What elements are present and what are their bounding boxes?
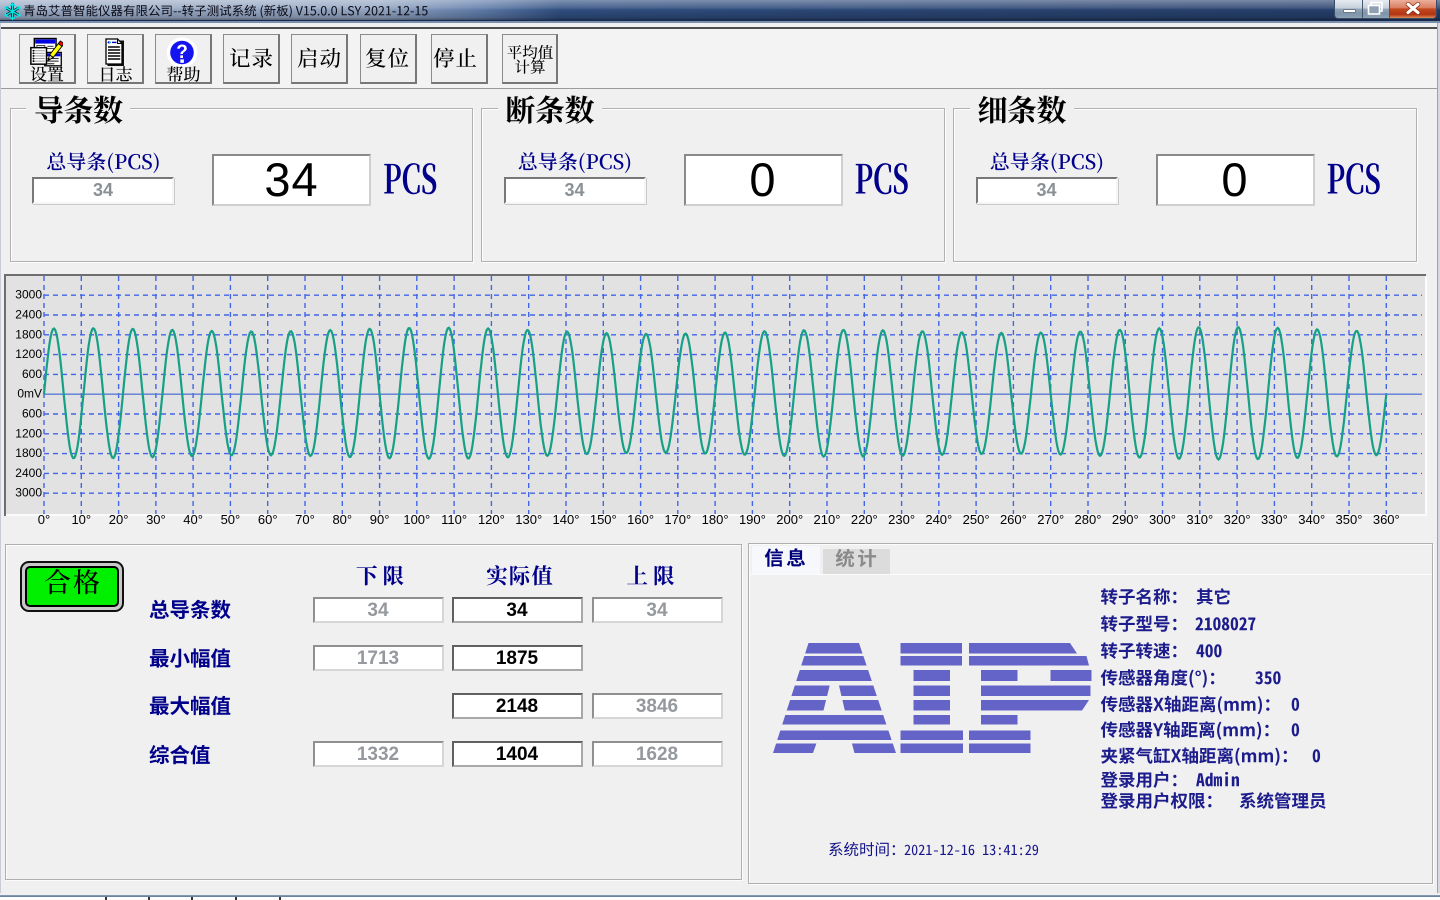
svg-text:250°: 250°	[963, 512, 990, 527]
svg-text:140°: 140°	[553, 512, 580, 527]
svg-text:210°: 210°	[814, 512, 841, 527]
svg-text:2400: 2400	[15, 308, 42, 322]
svg-text:600: 600	[22, 407, 42, 421]
svg-text:240°: 240°	[925, 512, 952, 527]
svg-text:50°: 50°	[221, 512, 241, 527]
svg-text:0°: 0°	[38, 512, 50, 527]
svg-text:1200: 1200	[15, 426, 42, 440]
svg-text:80°: 80°	[332, 512, 352, 527]
svg-text:2400: 2400	[15, 466, 42, 480]
svg-text:290°: 290°	[1112, 512, 1139, 527]
svg-text:1200: 1200	[15, 347, 42, 361]
svg-text:190°: 190°	[739, 512, 766, 527]
svg-text:100°: 100°	[403, 512, 430, 527]
svg-text:200°: 200°	[776, 512, 803, 527]
svg-text:120°: 120°	[478, 512, 505, 527]
svg-text:20°: 20°	[109, 512, 129, 527]
svg-text:90°: 90°	[370, 512, 390, 527]
svg-text:40°: 40°	[183, 512, 203, 527]
svg-text:60°: 60°	[258, 512, 278, 527]
svg-text:150°: 150°	[590, 512, 617, 527]
svg-text:1800: 1800	[15, 327, 42, 341]
svg-text:30°: 30°	[146, 512, 166, 527]
svg-text:300°: 300°	[1149, 512, 1176, 527]
svg-text:340°: 340°	[1298, 512, 1325, 527]
svg-text:110°: 110°	[441, 512, 467, 527]
svg-text:320°: 320°	[1224, 512, 1251, 527]
svg-text:180°: 180°	[702, 512, 729, 527]
svg-text:310°: 310°	[1186, 512, 1213, 527]
svg-text:600: 600	[22, 367, 42, 381]
svg-text:260°: 260°	[1000, 512, 1027, 527]
svg-text:0mV: 0mV	[17, 387, 42, 401]
svg-text:280°: 280°	[1075, 512, 1102, 527]
svg-text:230°: 230°	[888, 512, 915, 527]
svg-text:3000: 3000	[15, 288, 42, 302]
svg-text:270°: 270°	[1037, 512, 1064, 527]
svg-text:350°: 350°	[1336, 512, 1363, 527]
svg-text:70°: 70°	[295, 512, 315, 527]
svg-text:3000: 3000	[15, 486, 42, 500]
svg-text:160°: 160°	[627, 512, 654, 527]
svg-text:130°: 130°	[515, 512, 542, 527]
svg-text:330°: 330°	[1261, 512, 1288, 527]
svg-text:10°: 10°	[71, 512, 91, 527]
svg-text:170°: 170°	[664, 512, 691, 527]
svg-text:1800: 1800	[15, 446, 42, 460]
svg-text:220°: 220°	[851, 512, 878, 527]
svg-text:360°: 360°	[1373, 512, 1400, 527]
